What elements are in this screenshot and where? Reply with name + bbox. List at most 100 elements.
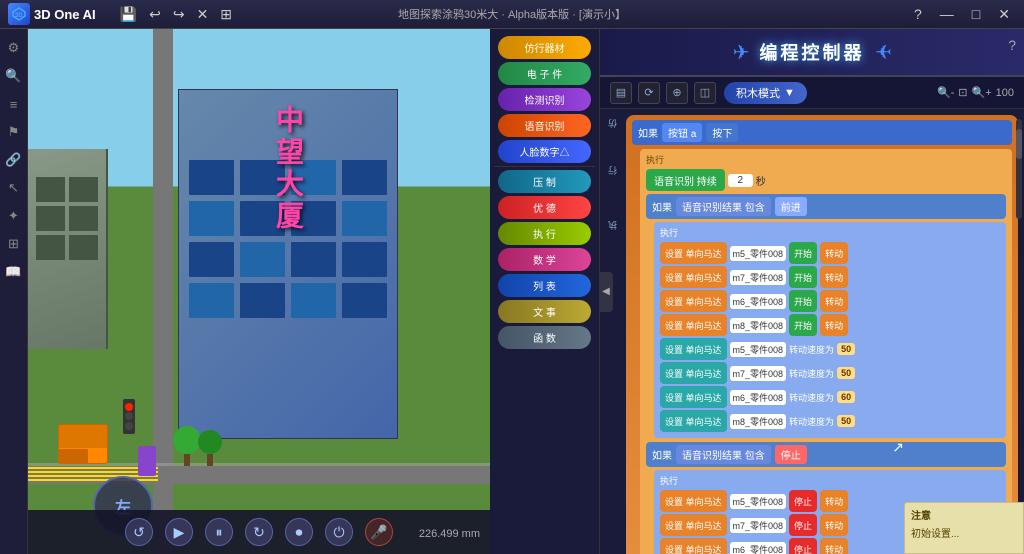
- condition-state[interactable]: 按下: [706, 123, 738, 142]
- sidebar-icon-book[interactable]: 📖: [3, 261, 25, 283]
- speed-value-m5[interactable]: 50: [837, 343, 855, 355]
- category-math[interactable]: 数 学: [498, 248, 591, 271]
- mode-icon-1[interactable]: ▤: [610, 82, 632, 104]
- speed-value-m7[interactable]: 50: [837, 367, 855, 379]
- motor-set-m8[interactable]: 设置 单向马达: [660, 314, 727, 336]
- motor-stop-m5[interactable]: 设置 单向马达: [660, 490, 727, 512]
- mode-icon-2[interactable]: ⟳: [638, 82, 660, 104]
- sidebar-icon-star[interactable]: ✦: [3, 205, 25, 227]
- category-control[interactable]: 压 制: [498, 170, 591, 193]
- zoom-out-button[interactable]: 🔍-: [937, 86, 954, 99]
- note-panel: 注意 初始设置...: [904, 502, 1024, 554]
- sidebar-icon-layers[interactable]: ≡: [3, 93, 25, 115]
- help-button[interactable]: ?: [1008, 37, 1016, 53]
- category-execute[interactable]: 执 行: [498, 222, 591, 245]
- motor-move-4[interactable]: 转动: [820, 314, 848, 336]
- maximize-button[interactable]: □: [966, 4, 986, 24]
- motor-move-stop-2[interactable]: 转动: [820, 514, 848, 536]
- sidebar-icon-cursor[interactable]: ↖: [3, 177, 25, 199]
- traffic-light: [123, 399, 135, 434]
- motor-move-2[interactable]: 转动: [820, 266, 848, 288]
- motor-stop-m7[interactable]: 设置 单向马达: [660, 514, 727, 536]
- viewport-3d[interactable]: 中望大厦: [28, 29, 490, 554]
- mode-toggle[interactable]: 积木模式 ▼: [724, 82, 807, 104]
- motor-id-m6-stop[interactable]: m6_零件008: [730, 542, 787, 554]
- motor-id-m5-stop[interactable]: m5_零件008: [730, 494, 787, 509]
- power-button[interactable]: ⏻: [325, 518, 353, 546]
- motor-set-m6[interactable]: 设置 单向马达: [660, 290, 727, 312]
- voice-block-wait[interactable]: 语音识别 持续: [646, 169, 725, 191]
- collapse-button[interactable]: ◀: [599, 272, 613, 312]
- motor-action-start[interactable]: 开始: [789, 242, 817, 264]
- redo-icon[interactable]: ↪: [169, 4, 189, 25]
- play-history-button[interactable]: ↺: [125, 518, 153, 546]
- category-function[interactable]: 函 数: [498, 326, 591, 349]
- speed-value-m8[interactable]: 50: [837, 415, 855, 427]
- motor-id-m5-speed[interactable]: m5_零件008: [730, 342, 787, 357]
- motor-action-start-m8[interactable]: 开始: [789, 314, 817, 336]
- motor-stop-m6[interactable]: 设置 单向马达: [660, 538, 727, 554]
- category-simulation[interactable]: 仿行器材: [498, 36, 591, 59]
- speed-label-m7: 转动速度为: [789, 367, 834, 380]
- record-button[interactable]: ⏺: [285, 518, 313, 546]
- close-button[interactable]: ✕: [992, 4, 1016, 25]
- undo-icon[interactable]: ↩: [145, 4, 165, 25]
- motor-speed-m7[interactable]: 设置 单向马达: [660, 362, 727, 384]
- category-voice[interactable]: 语音识别: [498, 114, 591, 137]
- reset-button[interactable]: ↻: [245, 518, 273, 546]
- motor-set-m5[interactable]: 设置 单向马达: [660, 242, 727, 264]
- zoom-in-button[interactable]: 🔍+: [972, 86, 992, 99]
- motor-id-m6[interactable]: m6_零件008: [730, 294, 787, 309]
- motor-id-m7-speed[interactable]: m7_零件008: [730, 366, 787, 381]
- motor-set-m7[interactable]: 设置 单向马达: [660, 266, 727, 288]
- motor-move-1[interactable]: 转动: [820, 242, 848, 264]
- mode-icon-4[interactable]: ◫: [694, 82, 716, 104]
- speed-value-m6[interactable]: 60: [837, 391, 855, 403]
- code-blocks-area[interactable]: 仿 行 执 如果 按钮 a 按下: [600, 109, 1024, 554]
- category-list[interactable]: 列 表: [498, 274, 591, 297]
- zoom-fit-button[interactable]: ⊡: [958, 86, 967, 99]
- motor-action-stop-m5[interactable]: 停止: [789, 490, 817, 512]
- voice-result-value[interactable]: 前进: [775, 197, 807, 216]
- stop-icon[interactable]: ✕: [193, 4, 213, 25]
- motor-speed-m6[interactable]: 设置 单向马达: [660, 386, 727, 408]
- motor-id-m8-speed[interactable]: m8_零件008: [730, 414, 787, 429]
- microphone-button[interactable]: 🎤: [365, 518, 393, 546]
- motor-speed-m5[interactable]: 设置 单向马达: [660, 338, 727, 360]
- category-optimize[interactable]: 优 德: [498, 196, 591, 219]
- grid-icon[interactable]: ⊞: [216, 4, 236, 25]
- stop-value-block[interactable]: 停止: [775, 445, 807, 464]
- pause-button[interactable]: ⏸: [205, 518, 233, 546]
- motor-action-start-m7[interactable]: 开始: [789, 266, 817, 288]
- motor-id-m6-speed[interactable]: m6_零件008: [730, 390, 787, 405]
- voice-result-block-stop[interactable]: 语音识别结果 包含: [676, 445, 771, 464]
- motor-action-stop-m6[interactable]: 停止: [789, 538, 817, 554]
- category-electronics[interactable]: 电 子 件: [498, 62, 591, 85]
- motor-id-m7-stop[interactable]: m7_零件008: [730, 518, 787, 533]
- sidebar-icon-search[interactable]: 🔍: [3, 65, 25, 87]
- category-detection[interactable]: 检测识别: [498, 88, 591, 111]
- play-button[interactable]: ▶: [165, 518, 193, 546]
- motor-action-start-m6[interactable]: 开始: [789, 290, 817, 312]
- motor-id-m7[interactable]: m7_零件008: [730, 270, 787, 285]
- sidebar-icon-settings[interactable]: ⚙: [3, 37, 25, 59]
- motor-speed-m8[interactable]: 设置 单向马达: [660, 410, 727, 432]
- sidebar-icon-link[interactable]: 🔗: [3, 149, 25, 171]
- sidebar-icon-grid[interactable]: ⊞: [3, 233, 25, 255]
- motor-action-stop-m7[interactable]: 停止: [789, 514, 817, 536]
- category-face[interactable]: 人脸数字△: [498, 140, 591, 163]
- motor-id-m8[interactable]: m8_零件008: [730, 318, 787, 333]
- motor-move-stop-1[interactable]: 转动: [820, 490, 848, 512]
- help-button[interactable]: ?: [908, 4, 928, 24]
- save-icon[interactable]: 💾: [116, 4, 141, 25]
- motor-move-stop-3[interactable]: 转动: [820, 538, 848, 554]
- sidebar-icon-flag[interactable]: ⚑: [3, 121, 25, 143]
- motor-id-m5[interactable]: m5_零件008: [730, 246, 787, 261]
- category-text[interactable]: 文 事: [498, 300, 591, 323]
- voice-duration-input[interactable]: [728, 174, 753, 187]
- condition-button-a[interactable]: 按钮 a: [662, 123, 702, 142]
- voice-result-block[interactable]: 语音识别结果 包含: [676, 197, 771, 216]
- minimize-button[interactable]: —: [934, 4, 960, 24]
- motor-move-3[interactable]: 转动: [820, 290, 848, 312]
- mode-icon-3[interactable]: ⊕: [666, 82, 688, 104]
